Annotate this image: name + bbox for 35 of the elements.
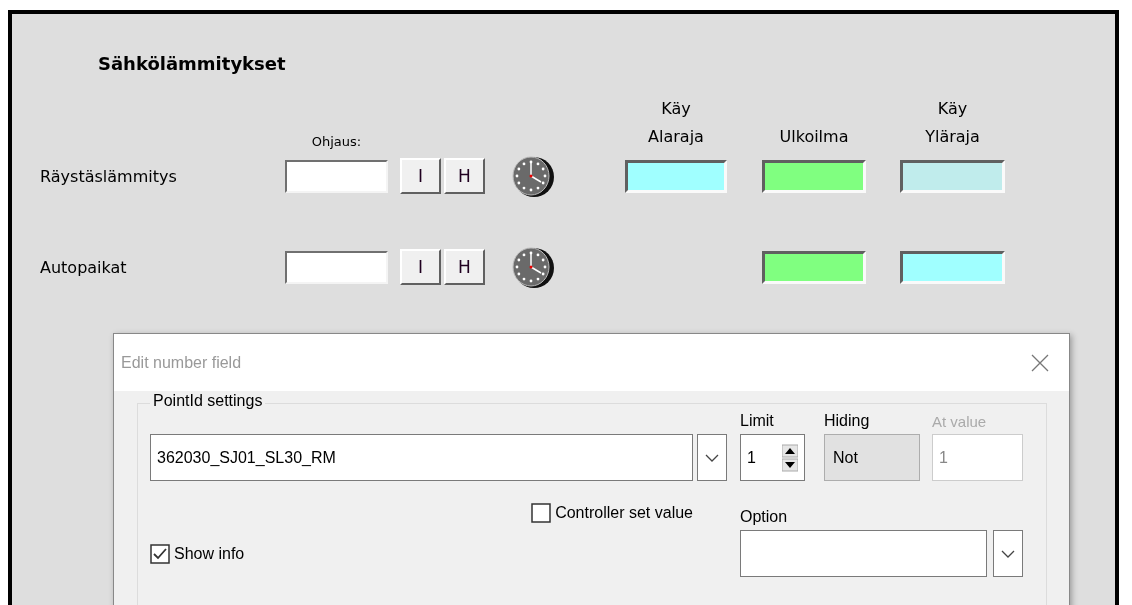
column-header: Ohjaus: (310, 134, 363, 151)
clock-icon[interactable] (510, 245, 555, 289)
column-header: Ulkoilma (778, 126, 850, 148)
dialog-title: Edit number field (121, 353, 242, 372)
checkbox[interactable] (531, 502, 552, 523)
checkbox[interactable] (150, 543, 170, 564)
mode-button[interactable]: I (400, 249, 441, 285)
option-label: Option (740, 508, 789, 527)
column-header: Käy Alaraja (647, 98, 705, 148)
checkbox-label: Controller set value (555, 503, 693, 522)
mode-button[interactable]: H (444, 249, 485, 285)
mode-button[interactable]: H (444, 158, 485, 194)
chevron-icon[interactable] (705, 452, 719, 463)
section-title: Sähkölämmitykset (97, 53, 287, 76)
clock-icon[interactable] (510, 154, 555, 198)
mode-button[interactable]: I (400, 158, 441, 194)
row-label: Autopaikat (40, 257, 128, 277)
limit-spinner[interactable]: 1 (740, 434, 805, 481)
column-header: Käy Yläraja (924, 98, 981, 148)
at-value-label: At value (932, 413, 988, 432)
group-label: PointId settings (150, 392, 266, 410)
checkbox-label: Show info (174, 544, 245, 563)
row-label: Räystäslämmitys (40, 166, 178, 186)
point-id-field[interactable]: 362030_SJ01_SL30_RM (150, 434, 693, 481)
dropdown-button[interactable] (992, 530, 1023, 577)
dropdown-button[interactable] (697, 434, 727, 481)
limit-label: Limit (740, 412, 775, 431)
control-field[interactable] (285, 159, 388, 193)
hiding-label: Hiding (824, 412, 871, 431)
hiding-select[interactable]: Not (824, 434, 920, 481)
control-field[interactable] (285, 250, 388, 284)
option-field[interactable] (740, 530, 987, 577)
spinner-arrows-icon[interactable] (782, 443, 798, 472)
chevron-icon[interactable] (1000, 548, 1015, 559)
close-icon[interactable] (1031, 353, 1049, 372)
